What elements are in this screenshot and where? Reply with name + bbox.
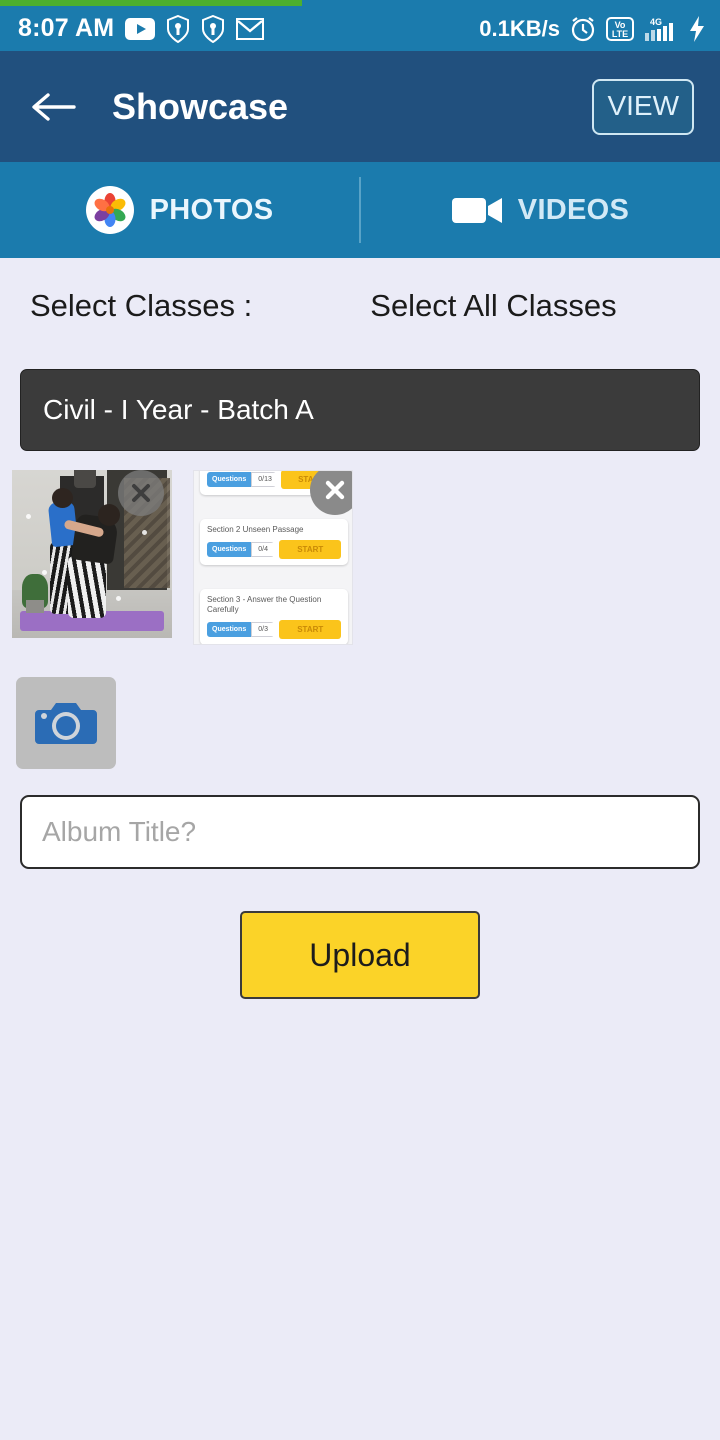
photo-person2-legs <box>68 556 106 618</box>
quiz-questions-count: 0/13 <box>251 472 277 487</box>
status-clock: 8:07 AM <box>18 14 115 42</box>
youtube-icon <box>125 17 156 40</box>
progress-bar-fill <box>0 0 303 6</box>
app-bar: Showcase VIEW <box>0 51 720 162</box>
tab-bar: PHOTOS VIDEOS <box>0 162 720 258</box>
remove-thumbnail-button-2[interactable] <box>310 471 352 515</box>
tab-photos-label: PHOTOS <box>149 193 274 226</box>
album-title-input[interactable] <box>20 795 700 869</box>
status-bar: 8:07 AM 0.1KB/s Vo LTE 4G <box>0 0 720 51</box>
quiz-questions-pill: Questions 0/4 <box>207 542 275 557</box>
quiz-start-button: START <box>279 620 341 639</box>
tab-separator <box>359 177 361 243</box>
thumbnail-screenshot[interactable]: Section 1 - Fill in the blanks Questions… <box>193 470 353 645</box>
thumbnail-photo[interactable] <box>12 470 172 638</box>
volte-icon: Vo LTE <box>606 16 634 42</box>
camera-button[interactable] <box>16 677 116 769</box>
gmail-icon <box>236 16 265 42</box>
photo-sparkle <box>42 570 47 575</box>
page-title: Showcase <box>112 85 289 127</box>
svg-text:LTE: LTE <box>612 29 628 39</box>
signal-4g-icon: 4G <box>643 15 679 43</box>
app-screen: 8:07 AM 0.1KB/s Vo LTE 4G Showcase VIEW … <box>0 0 720 1440</box>
selected-class-label: Civil - I Year - Batch A <box>43 394 314 425</box>
close-x-icon <box>325 480 345 500</box>
upload-button[interactable]: Upload <box>240 911 480 999</box>
quiz-questions-count: 0/4 <box>251 542 275 557</box>
select-classes-row: Select Classes : Select All Classes <box>0 288 720 324</box>
tab-photos[interactable]: PHOTOS <box>0 162 359 258</box>
select-all-classes-button[interactable]: Select All Classes <box>370 288 616 324</box>
close-x-icon <box>132 484 150 502</box>
camera-icon <box>35 703 97 744</box>
quiz-card-row: Questions 0/3 START <box>207 620 341 639</box>
shield-badge-icon <box>166 14 190 43</box>
quiz-card-title: Section 2 Unseen Passage <box>207 525 304 534</box>
video-camera-icon <box>451 192 502 228</box>
tab-videos[interactable]: VIDEOS <box>361 162 720 258</box>
photo-sparkle <box>116 596 121 601</box>
view-button[interactable]: VIEW <box>592 78 694 135</box>
quiz-card-row: Questions 0/4 START <box>207 540 341 559</box>
quiz-card: Section 3 - Answer the Question Carefull… <box>200 589 348 644</box>
quiz-card: Section 2 Unseen Passage Questions 0/4 S… <box>200 519 348 565</box>
photo-person1-head <box>52 488 73 508</box>
quiz-questions-count: 0/3 <box>251 622 275 637</box>
charging-bolt-icon <box>688 15 706 43</box>
progress-bar-track <box>0 0 720 6</box>
remove-thumbnail-button-1[interactable] <box>118 470 164 516</box>
quiz-questions-label: Questions <box>207 622 252 637</box>
arrow-left-icon <box>32 92 76 121</box>
back-button[interactable] <box>22 76 84 138</box>
alarm-clock-icon <box>569 15 597 43</box>
quiz-questions-pill: Questions 0/3 <box>207 622 275 637</box>
quiz-card-title: Section 3 - Answer the Question Carefull… <box>207 595 322 614</box>
photo-sparkle <box>26 514 31 519</box>
network-speed-label: 0.1KB/s <box>479 15 560 41</box>
shield-badge-icon-2 <box>201 14 225 43</box>
photo-person2-head <box>98 504 120 526</box>
photos-pinwheel-icon <box>85 186 134 234</box>
quiz-questions-pill: Questions 0/13 <box>207 472 277 487</box>
select-classes-label: Select Classes : <box>30 288 253 323</box>
status-bar-right: 0.1KB/s Vo LTE 4G <box>479 15 706 43</box>
quiz-start-button: START <box>279 540 341 559</box>
photo-plant-pot <box>26 600 44 613</box>
thumbnail-list: Section 1 - Fill in the blanks Questions… <box>12 470 353 645</box>
svg-text:4G: 4G <box>650 17 662 27</box>
tab-videos-label: VIDEOS <box>517 193 630 226</box>
status-bar-left: 8:07 AM <box>18 14 479 43</box>
selected-class-box[interactable]: Civil - I Year - Batch A <box>20 369 700 451</box>
photo-lamp <box>74 470 96 488</box>
quiz-questions-label: Questions <box>207 542 252 557</box>
photo-sparkle <box>142 530 147 535</box>
quiz-questions-label: Questions <box>207 472 252 487</box>
